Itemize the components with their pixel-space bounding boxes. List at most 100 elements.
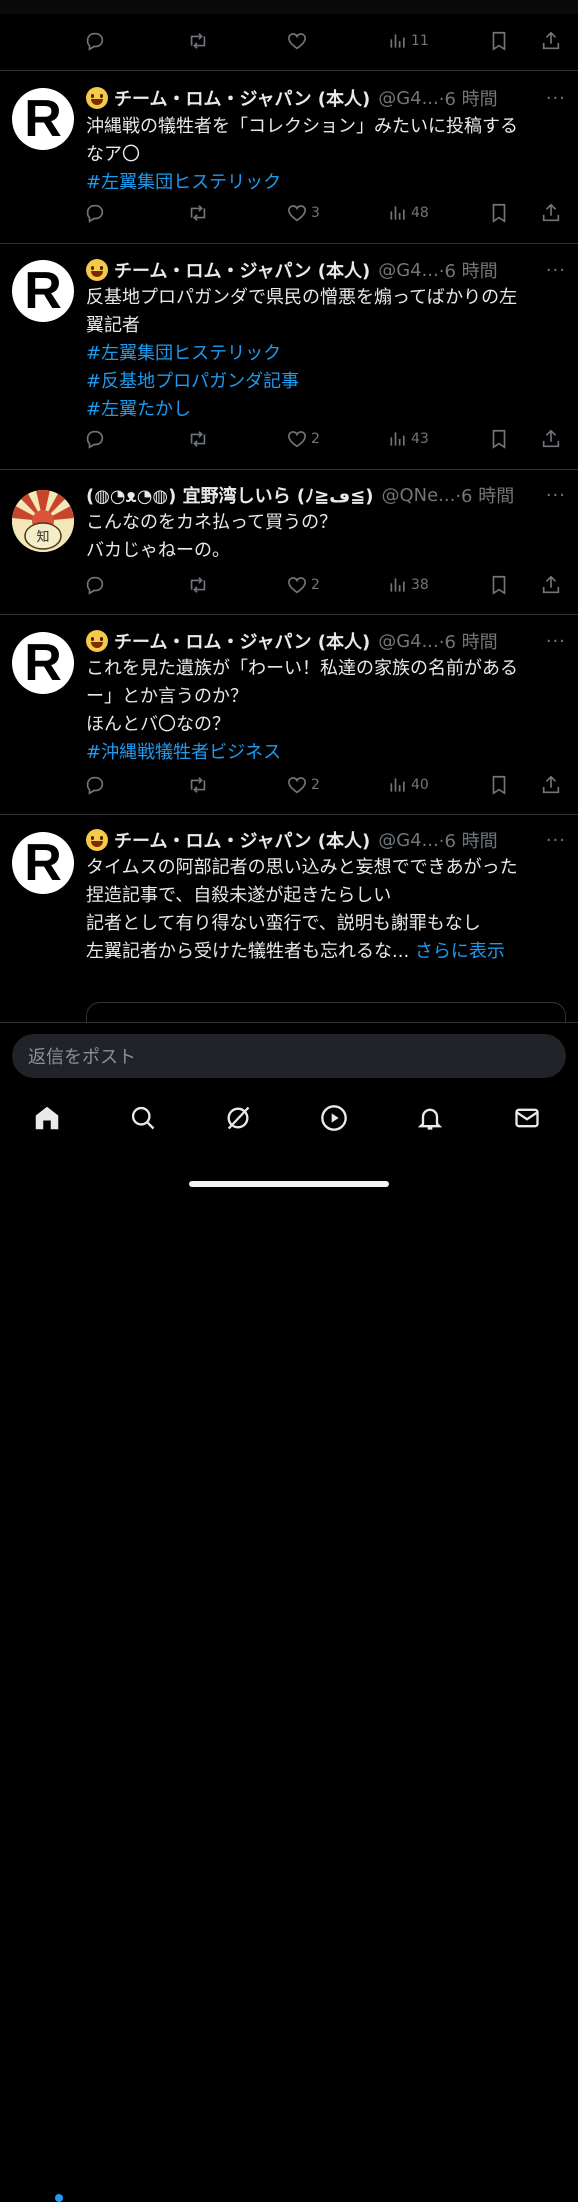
divider (0, 614, 578, 615)
share-button[interactable] (540, 428, 562, 450)
post-header: チーム・ロム・ジャパン (本人) @G4... ·6 時間 ··· (86, 84, 566, 112)
handle[interactable]: @G4... (378, 631, 439, 652)
nav-notifications[interactable] (414, 1102, 446, 1134)
reply-button[interactable] (84, 774, 106, 796)
bookmark-icon (492, 429, 506, 449)
more-icon[interactable]: ··· (546, 631, 566, 652)
timestamp[interactable]: ·6 時間 (439, 628, 498, 654)
avatar[interactable]: R (12, 88, 74, 150)
like-button[interactable]: 2 (286, 428, 320, 450)
views-button[interactable]: 48 (388, 202, 429, 224)
more-icon[interactable]: ··· (546, 88, 566, 109)
post-header: (◍◔ᴥ◔◍) 宜野湾しいら (ﾉ≧ڡ≦) @QNe... ·6 時間 ··· (86, 481, 566, 509)
bookmark-button[interactable] (488, 202, 510, 224)
views-count: 38 (411, 577, 429, 593)
post-text: タイムスの阿部記者の思い込みと妄想でできあがった 捏造記事で、自殺未遂が起きたら… (86, 854, 566, 966)
views-button[interactable]: 43 (388, 428, 429, 450)
hashtag[interactable]: #沖縄戦犠牲者ビジネス (86, 742, 281, 763)
more-icon[interactable]: ··· (546, 485, 566, 506)
post-body: 反基地プロパガンダで県民の憎悪を煽ってばかりの左 翼記者 (86, 287, 518, 336)
display-name[interactable]: (◍◔ᴥ◔◍) 宜野湾しいら (ﾉ≧ڡ≦) (86, 482, 373, 508)
views-count: 48 (411, 205, 429, 221)
display-name[interactable]: チーム・ロム・ジャパン (本人) (114, 628, 370, 654)
like-button[interactable]: 2 (286, 774, 320, 796)
like-button[interactable]: 2 (286, 574, 320, 596)
views-button[interactable]: 11 (388, 30, 429, 52)
rising-sun-avatar-icon: 知 (12, 490, 74, 552)
bookmark-button[interactable] (488, 574, 510, 596)
grinning-emoji-icon (86, 87, 108, 109)
grok-icon (227, 1106, 250, 1130)
post-body: こんなのをカネ払って買うの？ バカじゃねーの。 (86, 512, 338, 561)
handle[interactable]: @G4... (378, 830, 439, 851)
bookmark-button[interactable] (488, 428, 510, 450)
avatar[interactable]: R (12, 632, 74, 694)
timestamp[interactable]: ·6 時間 (439, 827, 498, 853)
video-icon (321, 1105, 347, 1131)
handle[interactable]: @QNe... (381, 485, 455, 506)
repost-button[interactable] (186, 774, 210, 796)
nav-grok[interactable] (222, 1102, 254, 1134)
notification-dot (55, 2194, 63, 2202)
handle[interactable]: @G4... (378, 260, 439, 281)
reply-icon (86, 576, 104, 595)
nav-home[interactable] (31, 1102, 63, 1134)
reply-button[interactable] (84, 30, 106, 52)
post-text: こんなのをカネ払って買うの？ バカじゃねーの。 (86, 509, 566, 565)
share-button[interactable] (540, 30, 562, 52)
share-icon (542, 429, 560, 448)
display-name[interactable]: チーム・ロム・ジャパン (本人) (114, 827, 370, 853)
bookmark-icon (492, 203, 506, 223)
reply-button[interactable] (84, 574, 106, 596)
nav-video[interactable] (318, 1102, 350, 1134)
nav-messages[interactable] (511, 1102, 543, 1134)
bookmark-icon (492, 31, 506, 51)
share-button[interactable] (540, 202, 562, 224)
repost-button[interactable] (186, 428, 210, 450)
bookmark-button[interactable] (488, 30, 510, 52)
like-button[interactable]: 3 (286, 202, 320, 224)
like-button[interactable] (286, 30, 308, 52)
timestamp[interactable]: ·6 時間 (455, 482, 514, 508)
heart-icon (287, 431, 307, 448)
repost-button[interactable] (186, 202, 210, 224)
home-indicator (189, 1181, 389, 1187)
display-name[interactable]: チーム・ロム・ジャパン (本人) (114, 257, 370, 283)
more-icon[interactable]: ··· (546, 830, 566, 851)
share-button[interactable] (540, 774, 562, 796)
more-icon[interactable]: ··· (546, 260, 566, 281)
display-name[interactable]: チーム・ロム・ジャパン (本人) (114, 85, 370, 111)
timestamp[interactable]: ·6 時間 (439, 85, 498, 111)
heart-icon (287, 577, 307, 594)
post-header: チーム・ロム・ジャパン (本人) @G4... ·6 時間 ··· (86, 256, 566, 284)
avatar[interactable]: R (12, 260, 74, 322)
reply-icon (86, 32, 104, 51)
repost-icon (190, 431, 206, 447)
repost-button[interactable] (186, 30, 210, 52)
status-bar (0, 0, 578, 14)
share-button[interactable] (540, 574, 562, 596)
reply-icon (86, 776, 104, 795)
reply-input[interactable]: 返信をポスト (12, 1034, 566, 1078)
repost-button[interactable] (186, 574, 210, 596)
post-body: これを見た遺族が「わーい！私達の家族の名前がある ー」とか言うのか？ ほんとバ〇… (86, 658, 518, 735)
reply-button[interactable] (84, 428, 106, 450)
avatar[interactable]: 知 (12, 490, 74, 552)
reply-icon (86, 430, 104, 449)
share-icon (542, 203, 560, 222)
views-button[interactable]: 38 (388, 574, 429, 596)
notifications-icon (417, 1108, 443, 1130)
views-icon (390, 778, 405, 792)
grinning-emoji-icon (86, 829, 108, 851)
timestamp[interactable]: ·6 時間 (439, 257, 498, 283)
views-button[interactable]: 40 (388, 774, 429, 796)
reply-icon (86, 204, 104, 223)
hashtag[interactable]: #左翼集団ヒステリック #反基地プロパガンダ記事 #左翼たかし (86, 343, 299, 420)
reply-button[interactable] (84, 202, 106, 224)
hashtag[interactable]: #左翼集団ヒステリック (86, 172, 281, 193)
avatar[interactable]: R (12, 832, 74, 894)
bookmark-button[interactable] (488, 774, 510, 796)
handle[interactable]: @G4... (378, 88, 439, 109)
show-more-link[interactable]: さらに表示 (409, 941, 505, 962)
nav-search[interactable] (127, 1102, 159, 1134)
